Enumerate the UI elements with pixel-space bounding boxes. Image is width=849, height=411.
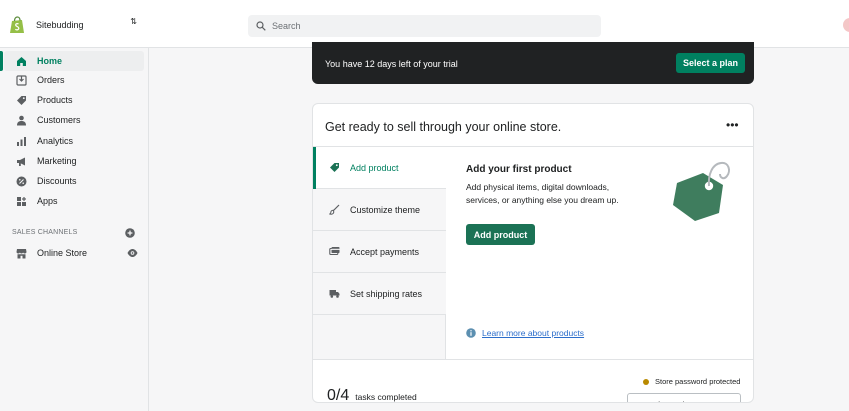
tag-icon	[329, 162, 340, 173]
sidebar-item-marketing[interactable]: Marketing	[4, 151, 144, 171]
bar-chart-icon	[16, 136, 27, 147]
sidebar: Home Orders Products Customers Analytics…	[0, 48, 149, 411]
discount-icon	[16, 176, 27, 187]
truck-icon	[329, 288, 340, 299]
sidebar-item-label: Discounts	[37, 176, 77, 186]
sidebar-item-orders[interactable]: Orders	[4, 70, 144, 90]
tab-set-shipping-rates[interactable]: Set shipping rates	[313, 273, 446, 315]
sidebar-item-home[interactable]: Home	[0, 51, 144, 71]
tab-customize-theme[interactable]: Customize theme	[313, 189, 446, 231]
password-status: Store password protected	[643, 377, 740, 386]
sidebar-item-online-store[interactable]: Online Store	[4, 243, 144, 263]
avatar[interactable]	[843, 18, 849, 32]
add-product-button[interactable]: Add product	[466, 224, 535, 245]
divider	[313, 359, 753, 360]
learn-more: Learn more about products	[466, 328, 584, 338]
tag-icon	[16, 95, 27, 106]
tab-label: Set shipping rates	[350, 288, 423, 299]
payment-icon	[329, 246, 340, 257]
product-tag-illustration	[673, 161, 730, 221]
eye-icon[interactable]	[127, 248, 138, 258]
setup-steps: Add product Customize theme Accept payme…	[313, 147, 446, 359]
top-bar: Sitebudding ⇅	[0, 0, 849, 48]
search-icon	[256, 21, 266, 31]
apps-icon	[16, 196, 27, 207]
setup-card: Get ready to sell through your online st…	[312, 103, 754, 403]
tab-label: Accept payments	[350, 246, 420, 257]
tab-add-product[interactable]: Add product	[313, 147, 446, 189]
sidebar-item-label: Orders	[37, 75, 65, 85]
megaphone-icon	[16, 156, 27, 167]
store-switcher[interactable]: Sitebudding ⇅	[9, 14, 141, 36]
password-status-text: Store password protected	[655, 377, 741, 386]
search-bar[interactable]	[248, 15, 601, 37]
task-progress: 0/4 tasks completed	[327, 387, 417, 403]
sidebar-item-label: Home	[37, 56, 63, 66]
store-name: Sitebudding	[36, 20, 84, 30]
select-plan-button[interactable]: Select a plan	[676, 53, 745, 73]
sidebar-item-products[interactable]: Products	[4, 90, 144, 110]
learn-more-link[interactable]: Learn more about products	[482, 328, 584, 338]
sidebar-item-discounts[interactable]: Discounts	[4, 171, 144, 191]
sidebar-item-label: Analytics	[37, 136, 74, 146]
trial-banner: You have 12 days left of your trial Sele…	[312, 42, 754, 84]
sidebar-item-label: Apps	[37, 196, 58, 206]
sidebar-item-analytics[interactable]: Analytics	[4, 131, 144, 151]
sidebar-item-label: Marketing	[37, 156, 77, 166]
sidebar-item-customers[interactable]: Customers	[4, 110, 144, 130]
tab-accept-payments[interactable]: Accept payments	[313, 231, 446, 273]
search-input[interactable]	[272, 21, 572, 31]
progress-count: 0/4	[327, 387, 350, 403]
sidebar-item-label: Customers	[37, 115, 81, 125]
panel-title: Add your first product	[466, 164, 572, 175]
sidebar-item-label: Online Store	[37, 248, 88, 258]
trial-text: You have 12 days left of your trial	[325, 59, 458, 69]
tab-label: Customize theme	[350, 204, 421, 215]
sales-channels-heading: SALES CHANNELS	[12, 229, 78, 236]
launch-store-button[interactable]: Launch store	[627, 393, 741, 402]
tab-label: Add product	[350, 162, 399, 173]
progress-label: tasks completed	[355, 392, 417, 402]
shopify-bag-icon	[10, 16, 24, 33]
status-dot-icon	[643, 378, 649, 385]
sidebar-item-apps[interactable]: Apps	[4, 191, 144, 211]
sidebar-item-label: Products	[37, 95, 73, 105]
home-icon	[16, 56, 27, 67]
brush-icon	[329, 204, 340, 215]
add-channel-icon[interactable]	[125, 228, 135, 238]
store-icon	[16, 248, 27, 259]
more-actions-button[interactable]: •••	[726, 118, 739, 132]
info-icon	[466, 328, 476, 338]
orders-icon	[16, 74, 27, 86]
chevron-updown-icon: ⇅	[130, 17, 137, 26]
person-icon	[16, 115, 27, 126]
panel-description: Add physical items, digital downloads, s…	[466, 182, 619, 205]
setup-card-title: Get ready to sell through your online st…	[325, 120, 562, 134]
